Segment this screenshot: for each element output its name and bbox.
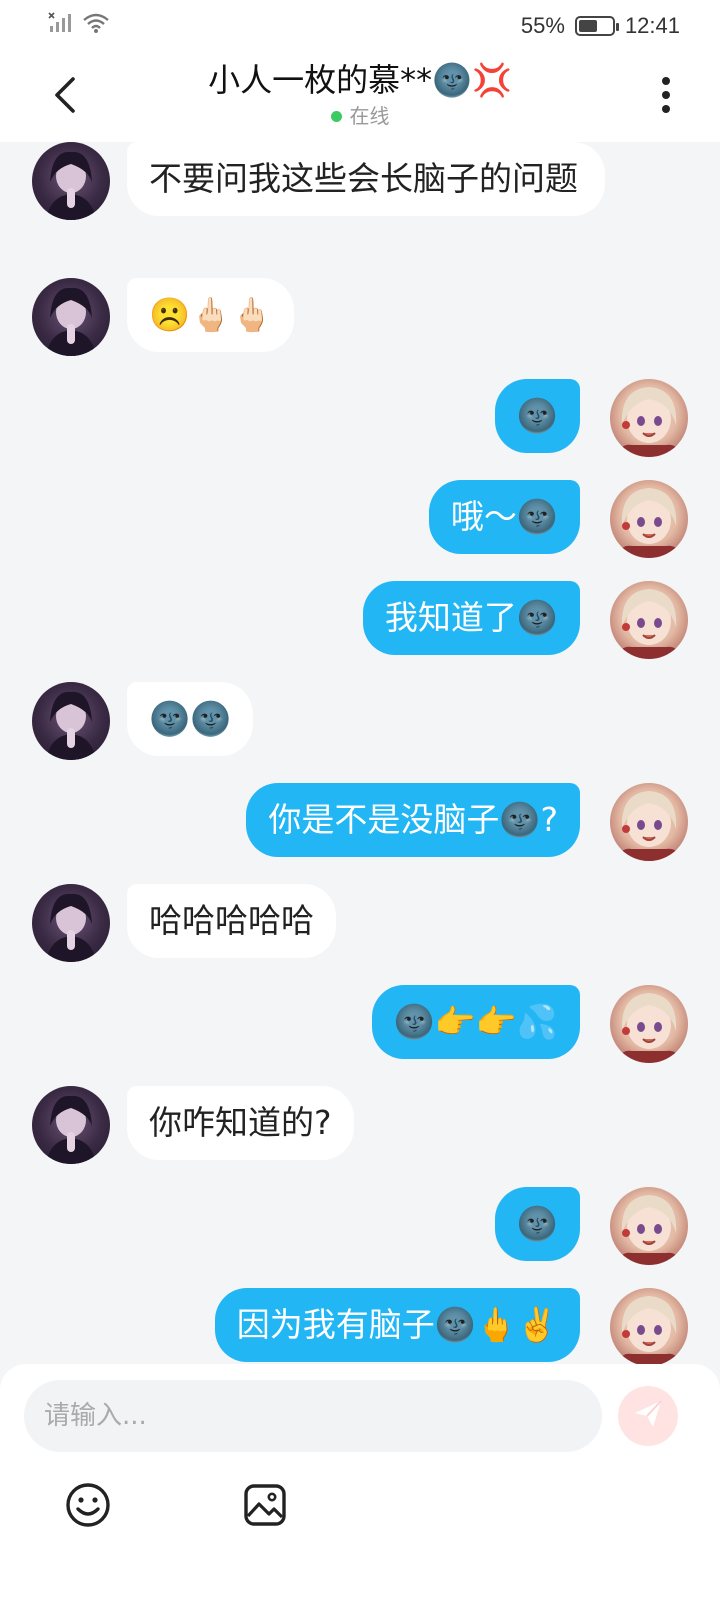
message-bubble[interactable]: 🌚 (494, 1187, 580, 1261)
my-avatar[interactable] (610, 1187, 688, 1265)
my-avatar[interactable] (610, 379, 688, 457)
contact-avatar[interactable] (32, 142, 110, 220)
message-bubble[interactable]: 因为我有脑子🌚🖕✌️ (214, 1288, 580, 1362)
message-bubble[interactable]: 我知道了🌚 (362, 581, 580, 655)
back-arrow-icon (51, 75, 79, 119)
chat-header: 小人一枚的慕**🌚💢 在线 (0, 52, 720, 142)
cellular-signal-icon (48, 12, 74, 40)
emoji-icon (64, 1481, 112, 1533)
my-avatar[interactable] (610, 985, 688, 1063)
send-icon (631, 1397, 665, 1435)
battery-icon (574, 16, 619, 36)
contact-avatar[interactable] (32, 884, 110, 962)
wifi-icon (82, 12, 110, 40)
title-block: 小人一枚的慕**🌚💢 在线 (120, 58, 600, 130)
contact-name: 小人一枚的慕**🌚💢 (208, 61, 512, 99)
clock: 12:41 (624, 13, 680, 38)
contact-avatar[interactable] (32, 278, 110, 356)
message-bubble[interactable]: 🌚👉👉💦 (371, 985, 580, 1059)
message-bubble[interactable]: 哈哈哈哈哈 (127, 884, 336, 958)
contact-avatar[interactable] (32, 682, 110, 760)
message-bubble[interactable]: 你是不是没脑子🌚? (246, 783, 580, 857)
image-icon (242, 1482, 288, 1532)
my-avatar[interactable] (610, 783, 688, 861)
contact-avatar[interactable] (32, 1086, 110, 1164)
my-avatar[interactable] (610, 480, 688, 558)
battery-percent: 55% (520, 13, 565, 38)
back-button[interactable] (40, 72, 90, 122)
composer: 请输入... (0, 1364, 720, 1600)
message-bubble[interactable]: 🌚🌚 (127, 682, 254, 756)
status-left (48, 12, 110, 40)
message-bubble[interactable]: 哦～🌚 (428, 480, 580, 554)
emoji-button[interactable] (63, 1482, 113, 1532)
status-bar: 55% 12:41 (0, 0, 720, 52)
more-options-icon (660, 76, 672, 118)
more-options-button[interactable] (648, 72, 684, 122)
my-avatar[interactable] (610, 581, 688, 659)
message-input[interactable]: 请输入... (24, 1380, 602, 1452)
status-right: 55% 12:41 (521, 13, 680, 39)
online-dot (330, 110, 342, 122)
message-bubble[interactable]: ☹️🖕🏻🖕🏻 (127, 278, 295, 352)
online-status: 在线 (120, 102, 600, 130)
image-button[interactable] (240, 1482, 290, 1532)
message-bubble[interactable]: 不要问我这些会长脑子的问题 (127, 142, 605, 216)
message-list[interactable]: 不要问我这些会长脑子的问题 ☹️🖕🏻🖕🏻 🌚 哦～🌚 我知道了🌚 🌚🌚 你是不是… (0, 142, 720, 1364)
send-button[interactable] (618, 1386, 678, 1446)
message-bubble[interactable]: 你咋知道的? (127, 1086, 354, 1160)
online-label: 在线 (349, 104, 390, 128)
battery-fill (578, 20, 597, 32)
message-bubble[interactable]: 🌚 (494, 379, 580, 453)
my-avatar[interactable] (610, 1288, 688, 1364)
